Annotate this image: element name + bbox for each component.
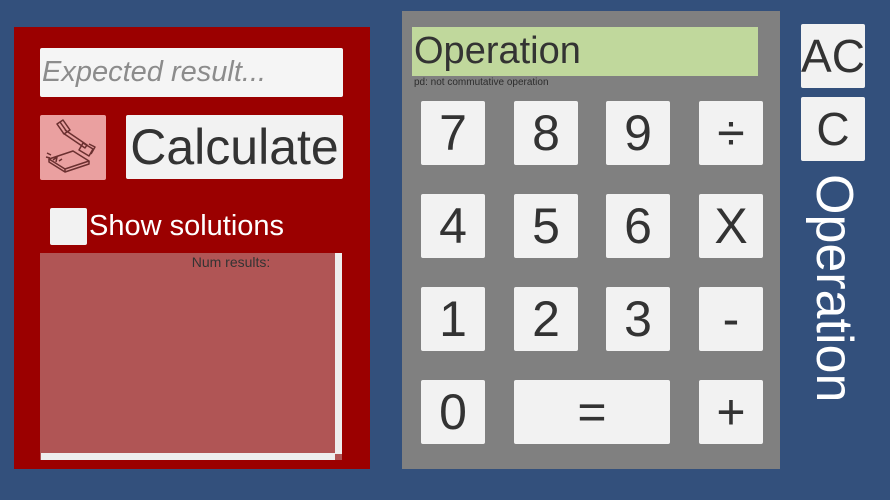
key-6[interactable]: 6 (606, 194, 670, 258)
calculate-button[interactable]: Calculate (126, 115, 343, 179)
clear-button[interactable]: C (801, 97, 865, 161)
key-4[interactable]: 4 (421, 194, 485, 258)
key-divide[interactable]: ÷ (699, 101, 763, 165)
horizontal-scrollbar[interactable] (41, 453, 335, 460)
key-0[interactable]: 0 (421, 380, 485, 444)
operation-note: pd: not commutative operation (414, 77, 549, 88)
key-9[interactable]: 9 (606, 101, 670, 165)
hammer-button[interactable] (40, 115, 106, 180)
vertical-scrollbar[interactable] (335, 253, 342, 454)
all-clear-button[interactable]: AC (801, 24, 865, 88)
key-equals[interactable]: = (514, 380, 670, 444)
key-2[interactable]: 2 (514, 287, 578, 351)
num-results-label: Num results: (191, 254, 271, 270)
key-subtract[interactable]: - (699, 287, 763, 351)
key-multiply[interactable]: X (699, 194, 763, 258)
results-list[interactable] (40, 253, 342, 460)
operation-display-text: Operation (414, 30, 581, 72)
show-solutions-label: Show solutions (89, 210, 285, 242)
operation-side-label: Operation (805, 174, 863, 403)
key-3[interactable]: 3 (606, 287, 670, 351)
gavel-icon (43, 117, 103, 178)
key-5[interactable]: 5 (514, 194, 578, 258)
key-1[interactable]: 1 (421, 287, 485, 351)
key-8[interactable]: 8 (514, 101, 578, 165)
show-solutions-checkbox[interactable] (50, 208, 87, 245)
key-add[interactable]: + (699, 380, 763, 444)
expected-result-input[interactable] (40, 48, 343, 97)
key-7[interactable]: 7 (421, 101, 485, 165)
